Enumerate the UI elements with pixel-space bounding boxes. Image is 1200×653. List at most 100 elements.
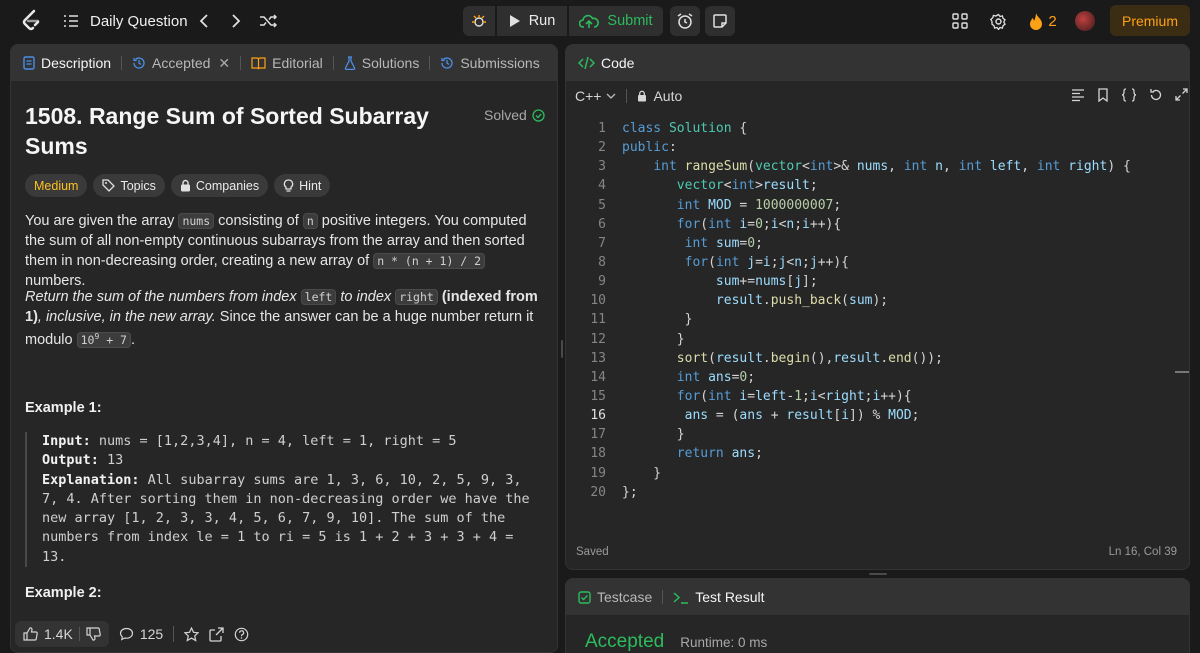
leetcode-logo-icon[interactable] [20, 9, 42, 33]
thumbs-up-icon[interactable] [23, 627, 38, 641]
check-circle-icon [532, 108, 545, 122]
chip-label: Companies [195, 178, 260, 193]
comment-icon [119, 627, 133, 641]
debug-button[interactable] [463, 6, 495, 36]
code-line: 7 int sum=0; [566, 234, 1189, 253]
tab-testcase[interactable]: Testcase [578, 589, 662, 605]
share-icon[interactable] [209, 626, 224, 642]
result-status: Accepted [585, 631, 665, 652]
line-number: 14 [590, 369, 606, 385]
lock-icon [180, 179, 190, 192]
prev-problem-icon[interactable] [196, 12, 212, 30]
close-icon[interactable]: ✕ [218, 55, 230, 72]
code-line: 1 class Solution { [566, 119, 1189, 138]
note-icon [713, 14, 727, 28]
test-panel: Testcase Test Result Accepted Runtime: 0… [565, 578, 1190, 653]
help-icon[interactable] [234, 627, 249, 642]
scrollbar-thumb[interactable] [1175, 371, 1189, 373]
run-button[interactable]: Run [497, 6, 567, 36]
next-problem-icon[interactable] [228, 12, 244, 30]
code-line: 9 sum+=nums[j]; [566, 272, 1189, 291]
divider [626, 89, 628, 103]
line-number: 19 [590, 465, 606, 481]
test-tabs: Testcase Test Result [566, 579, 1189, 615]
lock-icon [638, 90, 647, 102]
tab-solutions[interactable]: Solutions [344, 55, 430, 71]
chevron-down-icon [607, 93, 616, 99]
streak-counter[interactable]: 2 [1026, 11, 1060, 31]
topics-chip[interactable]: Topics [93, 174, 165, 197]
line-number: 16 [590, 408, 606, 424]
tab-editorial[interactable]: Editorial [251, 55, 333, 71]
line-number: 20 [590, 484, 606, 500]
divider [332, 56, 334, 70]
text: , inclusive, in the new array. [37, 309, 216, 325]
line-number: 13 [590, 350, 606, 366]
hint-chip[interactable]: Hint [274, 174, 331, 197]
reset-icon[interactable] [1149, 88, 1163, 102]
tab-test-result[interactable]: Test Result [673, 589, 774, 605]
explanation-label: Explanation: [42, 471, 140, 488]
code-panel-header: Code [566, 45, 1189, 81]
checkbox-icon [578, 590, 591, 604]
divider [173, 626, 175, 642]
panel-resize-handle[interactable] [869, 573, 887, 575]
bookmark-icon[interactable] [1097, 88, 1109, 102]
line-number: 15 [590, 388, 606, 404]
text: You are given the array [25, 213, 179, 229]
line-number: 2 [598, 140, 606, 156]
tab-label: Solutions [361, 55, 420, 71]
code-line: 19 } [566, 464, 1189, 483]
problem-statement: You are given the array nums consisting … [25, 211, 545, 291]
tab-code[interactable]: Code [578, 55, 644, 71]
daily-question-link[interactable]: Daily Question [90, 13, 188, 30]
panel-resize-handle[interactable] [561, 340, 563, 358]
divider [429, 56, 431, 70]
line-number: 12 [590, 331, 606, 347]
output-label: Output: [42, 452, 99, 469]
line-number: 8 [598, 254, 606, 270]
thumbs-down-icon[interactable] [86, 627, 101, 641]
tab-accepted[interactable]: Accepted ✕ [132, 55, 240, 72]
fire-icon [1030, 13, 1043, 30]
expand-icon[interactable] [1175, 88, 1188, 101]
history-icon [441, 57, 453, 69]
text: . [130, 331, 136, 348]
example-1-block: Input: nums = [1,2,3,4], n = 4, left = 1… [25, 432, 535, 568]
braces-icon[interactable] [1121, 88, 1137, 102]
line-number: 3 [598, 159, 606, 175]
tab-submissions[interactable]: Submissions [440, 55, 549, 71]
comments-button[interactable]: 125 [119, 626, 163, 642]
divider [662, 590, 664, 604]
format-lines-icon[interactable] [1071, 88, 1085, 102]
debug-icon [472, 15, 486, 27]
submit-button[interactable]: Submit [569, 6, 663, 36]
divider [240, 56, 242, 70]
star-icon[interactable] [184, 626, 200, 642]
tab-description[interactable]: Description [23, 55, 121, 71]
text: + 7 [99, 332, 127, 347]
avatar[interactable] [1075, 11, 1095, 31]
settings-gear-icon[interactable] [989, 12, 1007, 30]
shuffle-icon[interactable] [258, 12, 278, 30]
auto-mode-toggle[interactable]: Auto [637, 88, 682, 104]
run-submit-group: Run Submit [463, 6, 663, 36]
lightbulb-icon [283, 178, 294, 192]
divider [121, 56, 123, 70]
streak-count: 2 [1048, 12, 1057, 30]
layout-grid-icon[interactable] [951, 12, 969, 30]
text: to index [336, 289, 396, 305]
companies-chip[interactable]: Companies [170, 174, 269, 197]
inline-code: left [300, 289, 337, 305]
run-label: Run [528, 13, 556, 29]
timer-button[interactable] [670, 6, 700, 36]
problem-list-icon[interactable] [62, 12, 80, 30]
tab-label: Testcase [597, 589, 653, 605]
difficulty-badge: Medium [25, 174, 88, 197]
notes-button[interactable] [705, 6, 735, 36]
premium-button[interactable]: Premium [1110, 5, 1190, 36]
language-select[interactable]: C++ [575, 88, 616, 104]
code-line: 6 for(int i=0;i<n;i++){ [566, 215, 1189, 234]
code-editor[interactable]: 1 class Solution { 2 public: 3 int rangeSu… [566, 119, 1189, 519]
language-label: C++ [575, 88, 602, 104]
